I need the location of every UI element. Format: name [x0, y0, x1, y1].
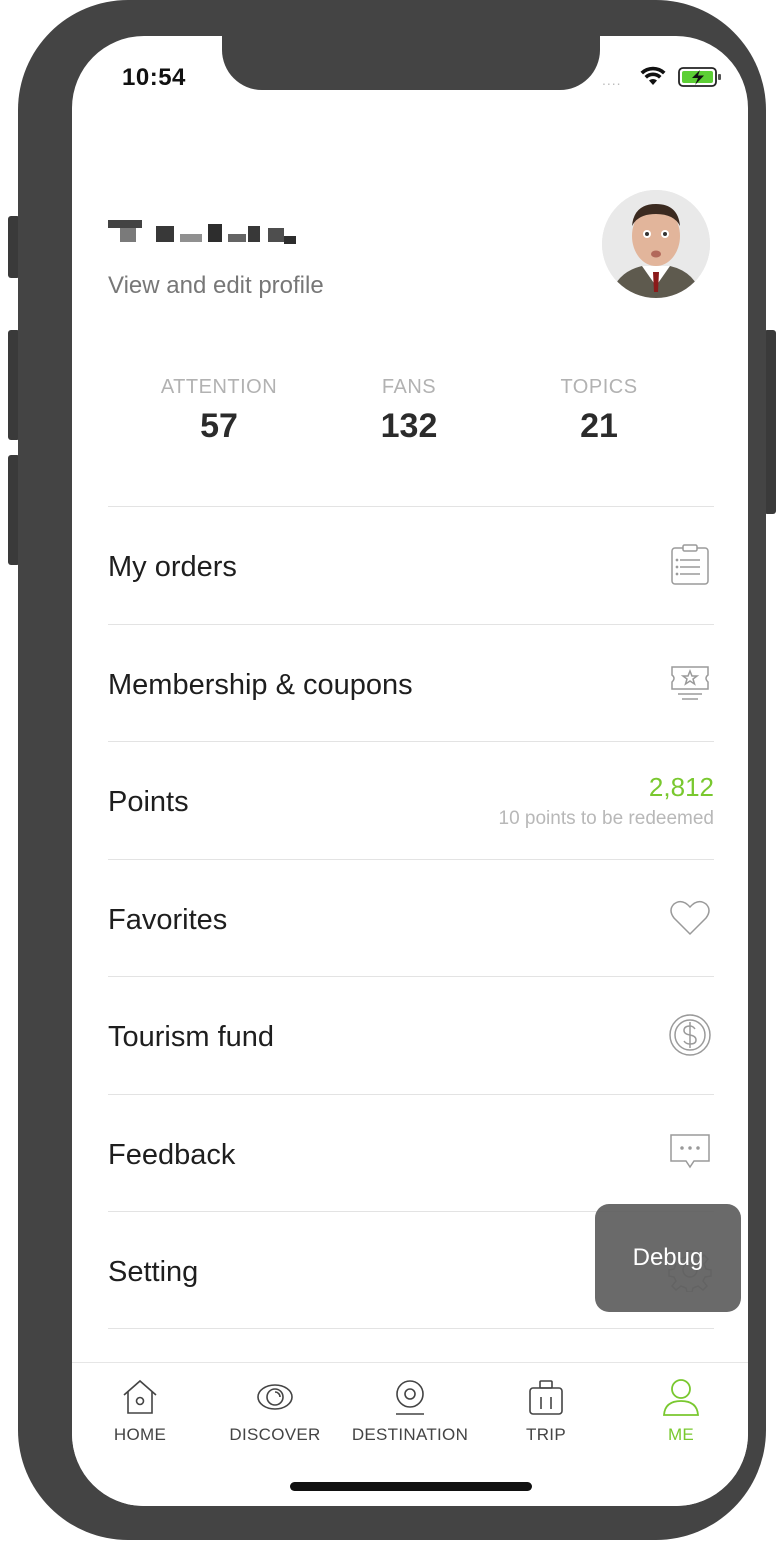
clipboard-icon	[671, 544, 709, 585]
stat-value: 57	[200, 407, 238, 445]
menu-item-points[interactable]: Points 2,812 10 points to be redeemed	[108, 741, 714, 859]
stat-topics[interactable]: TOPICS 21	[504, 376, 694, 446]
username-pixelated[interactable]	[108, 214, 308, 254]
edit-profile-link[interactable]: View and edit profile	[108, 272, 324, 300]
tab-label: DESTINATION	[351, 1425, 469, 1444]
menu-item-label: Membership & coupons	[108, 668, 413, 701]
menu-item-feedback[interactable]: Feedback	[108, 1093, 714, 1212]
person-icon	[663, 1379, 699, 1416]
tab-label: DISCOVER	[229, 1425, 321, 1444]
menu-item-favorites[interactable]: Favorites	[108, 858, 714, 977]
stat-label: FANS	[381, 376, 437, 398]
menu-item-label: Setting	[108, 1256, 199, 1288]
tab-destination[interactable]: DESTINATION	[342, 1377, 478, 1445]
stat-label: ATTENTION	[160, 376, 278, 398]
user-avatar-photo	[602, 190, 710, 298]
tab-home[interactable]: HOME	[72, 1377, 208, 1445]
chat-bubble-icon	[670, 1133, 710, 1168]
menu-item-label: Feedback	[108, 1138, 236, 1171]
phone-frame: 10:54 .... View and edit profile ATTENTI…	[18, 0, 766, 1540]
avatar[interactable]	[602, 190, 710, 298]
tab-me[interactable]: ME	[613, 1377, 748, 1445]
tab-discover[interactable]: DISCOVER	[207, 1377, 343, 1445]
signal-icon: ....	[602, 72, 622, 88]
tab-label: TRIP	[526, 1425, 566, 1444]
location-pin-icon	[396, 1380, 424, 1415]
menu-item-label: Tourism fund	[108, 1021, 275, 1053]
tab-trip[interactable]: TRIP	[478, 1377, 614, 1445]
debug-button[interactable]: Debug	[595, 1204, 741, 1312]
menu-item-label: My orders	[108, 551, 237, 583]
tab-label: HOME	[113, 1425, 167, 1444]
menu-item-membership[interactable]: Membership & coupons	[108, 623, 714, 742]
heart-icon	[670, 900, 710, 935]
tab-label: ME	[667, 1425, 695, 1444]
points-subtext: 10 points to be redeemed	[498, 808, 715, 829]
menu-item-tourism-fund[interactable]: Tourism fund	[108, 976, 714, 1094]
points-value: 2,812	[648, 772, 714, 802]
menu-item-orders[interactable]: My orders	[108, 506, 714, 624]
profile-stats: ATTENTION 57 FANS 132 TOPICS 21	[124, 376, 704, 456]
stat-value: 21	[580, 407, 618, 445]
stat-attention[interactable]: ATTENTION 57	[124, 376, 314, 446]
battery-charging-icon	[678, 67, 721, 87]
menu-item-label: Favorites	[108, 903, 228, 936]
notch	[222, 36, 600, 90]
stat-fans[interactable]: FANS 132	[314, 376, 504, 446]
dollar-coin-icon	[669, 1014, 711, 1056]
screen: 10:54 .... View and edit profile ATTENTI…	[72, 36, 748, 1506]
status-time: 10:54	[122, 64, 186, 91]
menu-item-label: Points	[108, 786, 189, 818]
wifi-icon	[640, 66, 666, 85]
home-icon	[123, 1379, 157, 1414]
stat-value: 132	[380, 407, 438, 445]
home-indicator	[290, 1482, 532, 1491]
stat-label: TOPICS	[560, 376, 638, 398]
luggage-icon	[529, 1380, 563, 1415]
ticket-icon	[671, 665, 709, 700]
eye-icon	[257, 1384, 293, 1410]
